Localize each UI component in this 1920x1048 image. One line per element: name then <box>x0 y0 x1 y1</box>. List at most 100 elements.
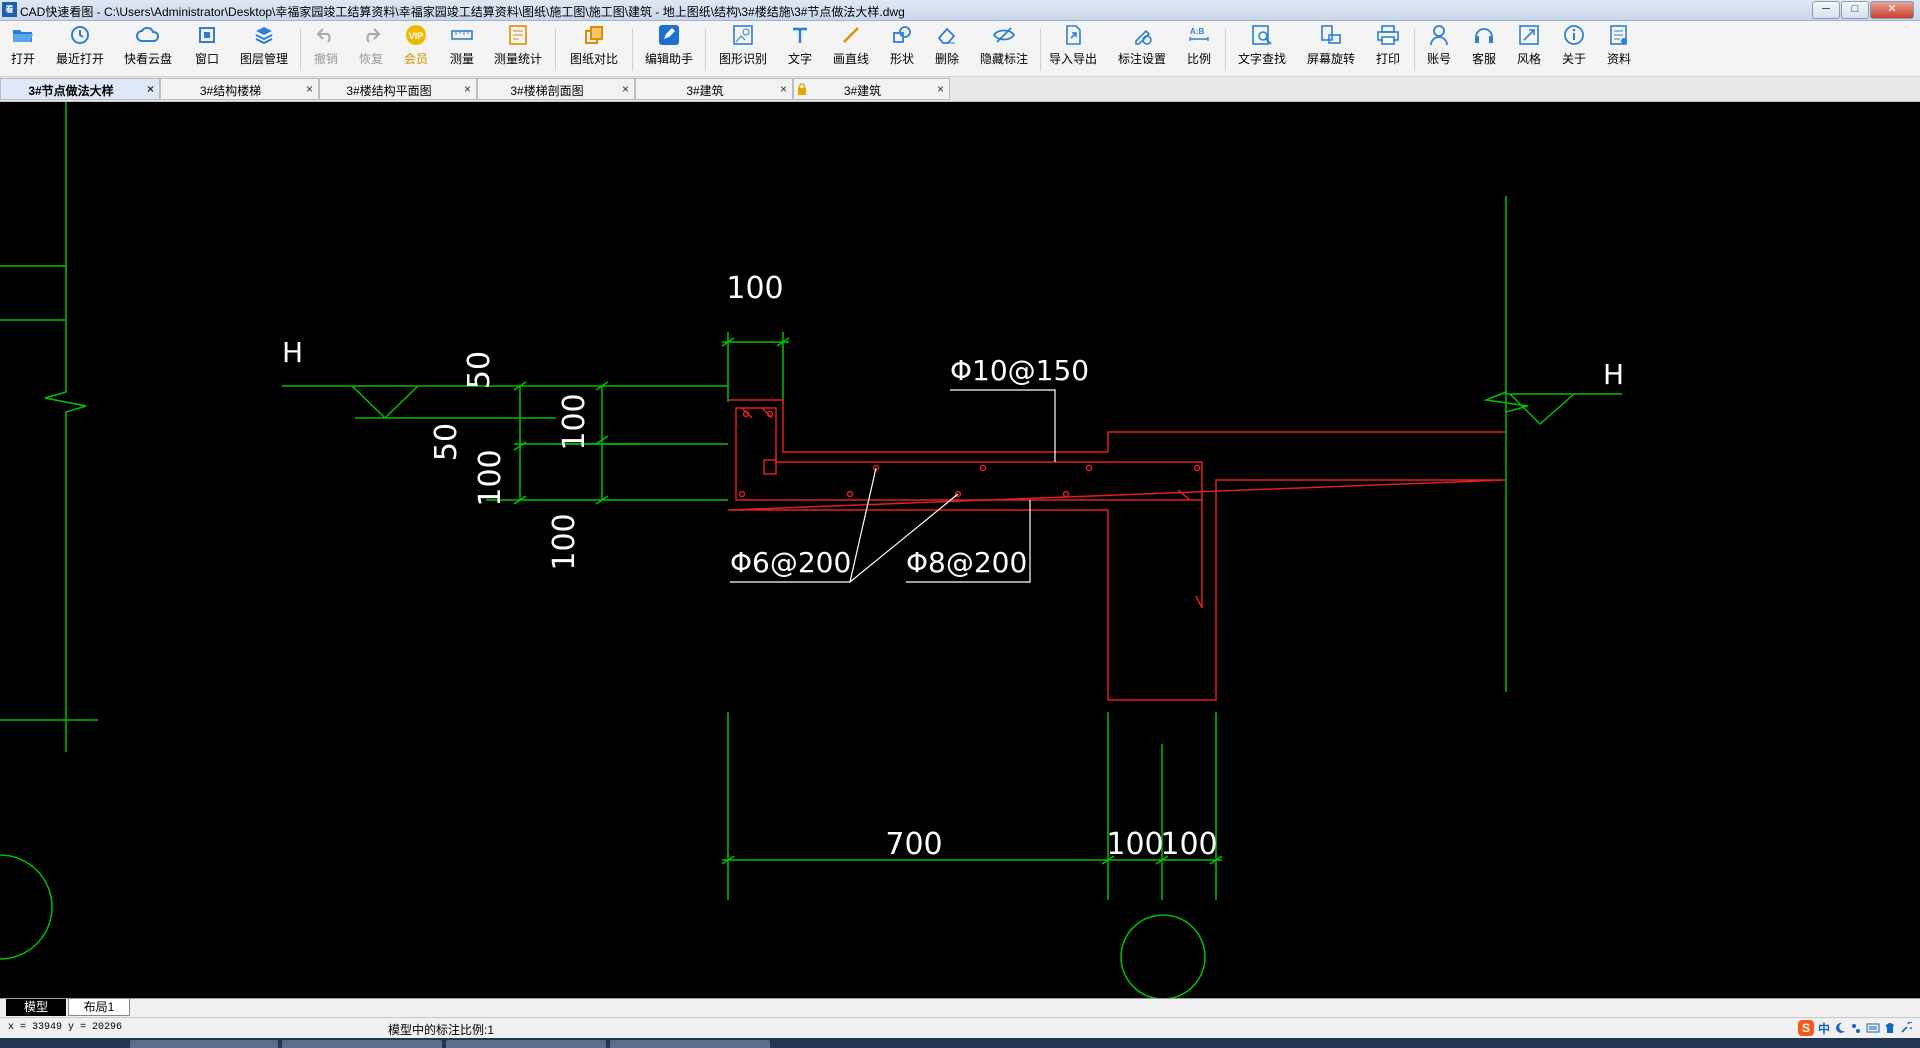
import-export-icon <box>1061 23 1085 47</box>
rotate-screen-icon <box>1319 23 1343 47</box>
close-button[interactable]: ✕ <box>1870 1 1914 19</box>
shape-tool-button[interactable]: 形状 <box>888 23 916 73</box>
tab-layout1[interactable]: 布局1 <box>68 999 130 1016</box>
hide-annotation-icon <box>992 23 1016 47</box>
tab-stair-section[interactable]: 3#楼梯剖面图 × <box>477 78 635 100</box>
measure-stats-button[interactable]: 测量统计 <box>492 23 544 73</box>
dim-text-50-upper: 50 <box>462 351 497 389</box>
leader-top <box>950 389 1056 462</box>
left-ticks <box>0 265 98 721</box>
shape-recognize-button[interactable]: 图形识别 <box>717 23 769 73</box>
moon-icon[interactable] <box>1834 1022 1846 1034</box>
keyboard-icon[interactable] <box>1866 1022 1880 1034</box>
close-tab-icon[interactable]: × <box>464 82 471 96</box>
toolbar-divider <box>555 29 556 71</box>
level-marker-left <box>282 385 728 420</box>
tab-architecture-2[interactable]: 3#建筑 × <box>793 78 950 100</box>
measure-button[interactable]: 测量 <box>448 23 476 73</box>
dim-left-inner <box>595 381 609 505</box>
tab-structure-plan[interactable]: 3#楼结构平面图 × <box>319 78 477 100</box>
ime-toolbar[interactable]: S 中 <box>1797 1019 1912 1037</box>
style-icon <box>1517 23 1541 47</box>
eraser-icon <box>935 23 959 47</box>
layout-tab-bar: 模型 布局1 <box>0 998 1920 1017</box>
about-button[interactable]: 关于 <box>1560 23 1588 73</box>
svg-text:VIP: VIP <box>409 31 424 41</box>
info-icon <box>1562 23 1586 47</box>
account-icon <box>1427 23 1451 47</box>
close-tab-icon[interactable]: × <box>780 82 787 96</box>
taskbar-item[interactable] <box>282 1040 442 1048</box>
layer-manager-button[interactable]: 图层管理 <box>238 23 290 73</box>
rotate-screen-button[interactable]: 屏幕旋转 <box>1305 23 1357 73</box>
svg-text:A:B: A:B <box>1190 27 1204 36</box>
punctuation-icon[interactable] <box>1850 1022 1862 1034</box>
taskbar-item[interactable] <box>446 1040 606 1048</box>
tab-model[interactable]: 模型 <box>6 999 66 1016</box>
minimize-button[interactable]: ─ <box>1812 1 1840 19</box>
right-break-line <box>1483 196 1529 692</box>
rebar-end-hook <box>1177 489 1191 501</box>
edit-assistant-button[interactable]: 编辑助手 <box>643 23 695 73</box>
os-taskbar <box>0 1038 1920 1048</box>
annotation-settings-button[interactable]: 标注设置 <box>1116 23 1168 73</box>
rebar-label-right: Φ8@200 <box>906 546 1027 579</box>
tab-node-detail[interactable]: 3#节点做法大样 × <box>0 78 160 100</box>
redo-icon <box>359 23 383 47</box>
documents-button[interactable]: 资料 <box>1605 23 1633 73</box>
maximize-button[interactable]: □ <box>1841 1 1869 19</box>
text-search-icon <box>1250 23 1274 47</box>
undo-button[interactable]: 撤销 <box>312 23 340 73</box>
status-bar: x = 33949 y = 20296 模型中的标注比例:1 S 中 <box>0 1017 1920 1038</box>
axis-circle-bottom <box>1120 914 1206 998</box>
close-tab-icon[interactable]: × <box>622 82 629 96</box>
text-tool-button[interactable]: 文字 <box>786 23 814 73</box>
compare-drawings-button[interactable]: 图纸对比 <box>568 23 620 73</box>
redo-button[interactable]: 恢复 <box>357 23 385 73</box>
close-tab-icon[interactable]: × <box>306 82 313 96</box>
print-button[interactable]: 打印 <box>1374 23 1402 73</box>
toolbar-divider <box>632 29 633 71</box>
dim-text-top-100: 100 <box>726 271 783 306</box>
customer-service-button[interactable]: 客服 <box>1470 23 1498 73</box>
close-tab-icon[interactable]: × <box>147 82 154 96</box>
draw-line-button[interactable]: 画直线 <box>831 23 871 73</box>
recent-open-button[interactable]: 最近打开 <box>54 23 106 73</box>
taskbar-item[interactable] <box>130 1040 278 1048</box>
scale-icon: A:B <box>1187 23 1211 47</box>
cad-app-icon: 看 <box>2 2 17 17</box>
tab-structure-stairs[interactable]: 3#结构楼梯 × <box>160 78 319 100</box>
rebar-main <box>735 407 1203 501</box>
window-controls: ─ □ ✕ <box>1811 1 1914 19</box>
import-export-button[interactable]: 导入导出 <box>1047 23 1099 73</box>
account-button[interactable]: 账号 <box>1425 23 1453 73</box>
dim-bottom-extensions <box>727 712 1217 900</box>
open-button[interactable]: 打开 <box>8 23 38 73</box>
line-icon <box>839 23 863 47</box>
drawing-canvas[interactable]: 100 50 100 50 100 100 700 100 100 H H Φ1… <box>0 102 1920 998</box>
taskbar-item[interactable] <box>610 1040 770 1048</box>
main-toolbar: 打开 最近打开 快看云盘 窗口 图层管理 撤销 恢复 VIP 会员 测量 测量统… <box>0 21 1920 77</box>
text-search-button[interactable]: 文字查找 <box>1236 23 1288 73</box>
toolbar-divider <box>1414 29 1415 71</box>
ruler-icon <box>450 23 474 47</box>
cad-drawing: 100 50 100 50 100 100 700 100 100 H H Φ1… <box>0 102 1624 998</box>
scale-button[interactable]: A:B 比例 <box>1185 23 1213 73</box>
style-button[interactable]: 风格 <box>1515 23 1543 73</box>
edit-assistant-icon <box>657 23 681 47</box>
cursor-coordinates: x = 33949 y = 20296 <box>8 1022 123 1033</box>
cloud-drive-button[interactable]: 快看云盘 <box>122 23 174 73</box>
window-menu-button[interactable]: 窗口 <box>193 23 221 73</box>
tab-architecture-1[interactable]: 3#建筑 × <box>635 78 793 100</box>
cloud-icon <box>136 23 160 47</box>
delete-button[interactable]: 删除 <box>933 23 961 73</box>
shape-icon <box>890 23 914 47</box>
settings-icon[interactable] <box>1900 1022 1912 1034</box>
skin-icon[interactable] <box>1884 1022 1896 1034</box>
close-tab-icon[interactable]: × <box>937 82 944 96</box>
annotation-scale-text[interactable]: 模型中的标注比例:1 <box>388 1021 494 1038</box>
hide-annotation-button[interactable]: 隐藏标注 <box>978 23 1030 73</box>
vip-button[interactable]: VIP 会员 <box>402 23 430 73</box>
ime-lang-indicator[interactable]: 中 <box>1818 1020 1830 1037</box>
toolbar-divider <box>1040 29 1041 71</box>
